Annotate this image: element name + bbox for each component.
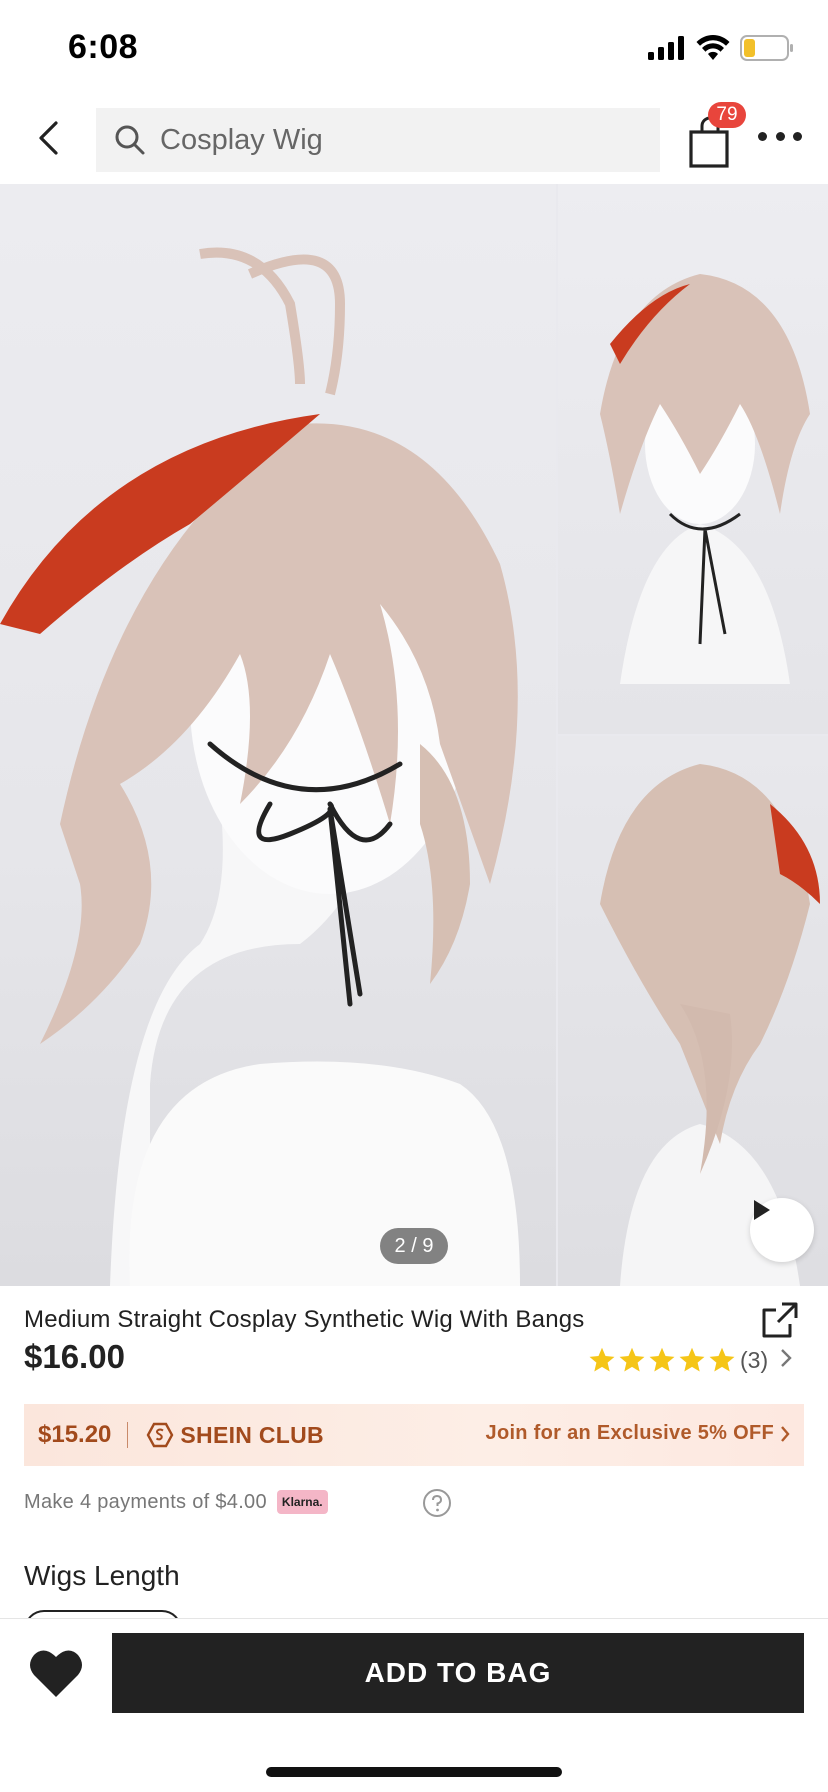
status-bar: 6:08	[0, 0, 828, 92]
star-icon	[709, 1347, 735, 1372]
share-button[interactable]	[760, 1300, 800, 1340]
heart-icon	[30, 1650, 82, 1697]
klarna-badge: Klarna.	[276, 1490, 328, 1514]
top-nav: Cosplay Wig 79	[0, 92, 828, 184]
club-name: SHEIN CLUB	[180, 1421, 324, 1448]
chevron-right-icon	[780, 1425, 790, 1448]
add-to-bag-button[interactable]: ADD TO BAG	[112, 1633, 804, 1713]
help-icon[interactable]	[422, 1488, 452, 1518]
play-video-button[interactable]	[750, 1198, 814, 1262]
star-icon	[679, 1347, 705, 1372]
more-dot-icon	[793, 131, 802, 141]
more-dot-icon	[758, 131, 767, 141]
star-icon	[619, 1347, 645, 1372]
rating-stars	[588, 1346, 736, 1374]
star-icon	[589, 1347, 615, 1372]
club-join-link[interactable]: Join for an Exclusive 5% OFF	[486, 1422, 774, 1445]
home-indicator	[266, 1767, 562, 1777]
search-icon	[114, 124, 146, 156]
more-dot-icon	[775, 131, 785, 141]
search-text: Cosplay Wig	[160, 123, 323, 156]
star-icon	[649, 1347, 675, 1372]
club-logo: SHEIN CLUB	[146, 1422, 324, 1449]
wishlist-button[interactable]	[28, 1647, 84, 1699]
chevron-right-icon	[780, 1348, 792, 1373]
search-input[interactable]: Cosplay Wig	[96, 108, 660, 172]
wig-illustration	[0, 247, 820, 1286]
wifi-icon	[696, 34, 730, 66]
product-title: Medium Straight Cosplay Synthetic Wig Wi…	[24, 1306, 585, 1333]
battery-icon	[740, 34, 794, 66]
status-icons	[648, 34, 794, 66]
play-icon	[754, 1200, 770, 1220]
gallery-page-indicator: 2 / 9	[380, 1228, 448, 1264]
shein-club-banner[interactable]: $15.20 SHEIN CLUB Join for an Exclusive …	[24, 1404, 804, 1466]
back-arrow-icon	[39, 121, 58, 155]
wigs-length-title: Wigs Length	[24, 1560, 180, 1591]
cart-count-badge: 79	[708, 102, 746, 128]
more-options-button[interactable]	[758, 124, 802, 148]
review-count: (3)	[740, 1346, 769, 1373]
shein-club-logo-icon	[147, 1422, 174, 1448]
bottom-action-bar: ADD TO BAG	[0, 1618, 828, 1792]
share-icon	[762, 1302, 798, 1338]
product-gallery[interactable]: 2 / 9	[0, 184, 828, 1286]
rating-summary[interactable]: (3)	[588, 1344, 792, 1376]
status-time: 6:08	[68, 28, 139, 66]
product-price: $16.00	[24, 1338, 125, 1375]
cellular-signal-icon	[648, 35, 686, 65]
back-button[interactable]	[28, 114, 68, 162]
klarna-payment-row: Make 4 payments of $4.00 Klarna.	[24, 1486, 328, 1518]
club-price: $15.20	[38, 1421, 112, 1448]
divider	[127, 1422, 129, 1448]
klarna-text: Make 4 payments of $4.00	[24, 1490, 267, 1513]
